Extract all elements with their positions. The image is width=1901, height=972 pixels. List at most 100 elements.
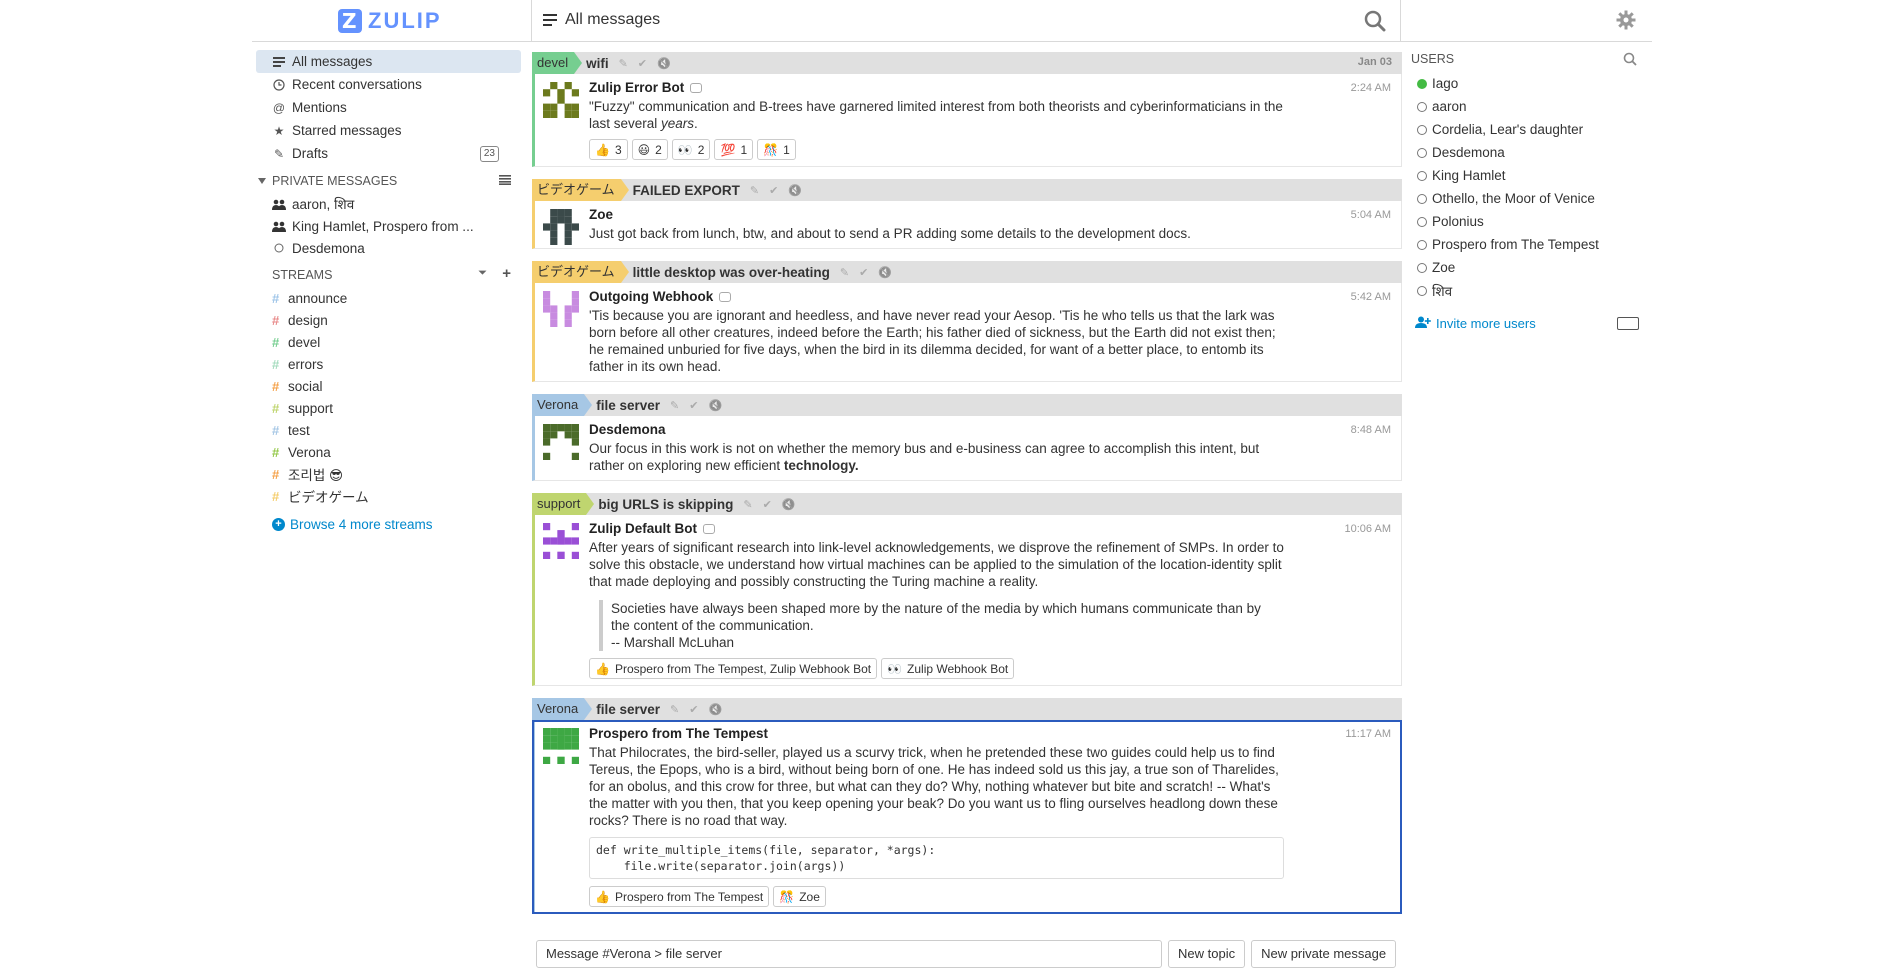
nav-drafts[interactable]: ✎ Drafts 23 <box>256 142 521 165</box>
filter-icon[interactable]: ⏷ <box>478 267 487 280</box>
sender-name[interactable]: Outgoing Webhook <box>589 289 713 304</box>
message[interactable]: Zulip Error Bot 2:24 AM "Fuzzy" communicat… <box>535 74 1401 166</box>
stream-item[interactable]: # errors <box>256 353 521 375</box>
stream-item[interactable]: # ビデオゲーム <box>256 485 521 507</box>
mute-icon[interactable]: 🔇 <box>708 400 732 412</box>
stream-item[interactable]: # announce <box>256 287 521 309</box>
invite-users-link[interactable]: Invite more users <box>1411 316 1641 331</box>
user-item[interactable]: शिव <box>1411 279 1641 302</box>
user-item[interactable]: Prospero from The Tempest <box>1411 233 1641 256</box>
recipient-bar[interactable]: support big URLS is skipping ✎✔🔇 <box>532 493 1402 515</box>
edit-topic-icon[interactable]: ✎ <box>750 185 769 197</box>
user-item[interactable]: King Hamlet <box>1411 164 1641 187</box>
message[interactable]: Outgoing Webhook 5:42 AM 'Tis because you … <box>535 283 1401 381</box>
nav-all-messages[interactable]: All messages <box>256 50 521 73</box>
message-time[interactable]: 8:48 AM <box>1351 424 1391 436</box>
avatar[interactable] <box>543 424 579 460</box>
recipient-bar[interactable]: devel wifi ✎✔🔇 Jan 03 <box>532 52 1402 74</box>
mark-read-icon[interactable]: ✔ <box>689 400 708 412</box>
stream-item[interactable]: # test <box>256 419 521 441</box>
mute-icon[interactable]: 🔇 <box>782 499 806 511</box>
stream-label[interactable]: support <box>532 493 595 515</box>
caret-down-icon[interactable] <box>258 178 266 184</box>
recipient-bar[interactable]: ビデオゲーム little desktop was over-heating ✎✔🔇 <box>532 261 1402 283</box>
new-topic-button[interactable]: New topic <box>1168 940 1246 968</box>
stream-label[interactable]: devel <box>532 52 583 74</box>
mark-read-icon[interactable]: ✔ <box>638 58 657 70</box>
stream-item[interactable]: # design <box>256 309 521 331</box>
recipient-bar[interactable]: ビデオゲーム FAILED EXPORT ✎✔🔇 <box>532 179 1402 201</box>
topic-name[interactable]: file server <box>596 702 660 717</box>
mark-read-icon[interactable]: ✔ <box>859 267 878 279</box>
mute-icon[interactable]: 🔇 <box>708 704 732 716</box>
sender-name[interactable]: Prospero from The Tempest <box>589 726 768 741</box>
recipient-bar[interactable]: Verona file server ✎✔🔇 <box>532 394 1402 416</box>
avatar[interactable] <box>543 82 579 118</box>
user-item[interactable]: Polonius <box>1411 210 1641 233</box>
private-messages-heading[interactable]: PRIVATE MESSAGES <box>256 169 521 193</box>
user-item[interactable]: Iago <box>1411 72 1641 95</box>
pm-conversation[interactable]: Desdemona <box>256 237 521 259</box>
edit-topic-icon[interactable]: ✎ <box>840 267 859 279</box>
avatar[interactable] <box>543 728 579 764</box>
sender-name[interactable]: Desdemona <box>589 422 666 437</box>
topic-name[interactable]: little desktop was over-heating <box>633 265 830 280</box>
message-time[interactable]: 10:06 AM <box>1345 523 1391 535</box>
user-item[interactable]: Othello, the Moor of Venice <box>1411 187 1641 210</box>
edit-topic-icon[interactable]: ✎ <box>743 499 762 511</box>
avatar[interactable] <box>543 523 579 559</box>
stream-item[interactable]: # support <box>256 397 521 419</box>
avatar[interactable] <box>543 209 579 245</box>
mark-read-icon[interactable]: ✔ <box>769 185 788 197</box>
recipient-bar[interactable]: Verona file server ✎✔🔇 <box>532 698 1402 720</box>
message-time[interactable]: 11:17 AM <box>1345 728 1391 740</box>
mute-icon[interactable]: 🔇 <box>878 267 902 279</box>
message-time[interactable]: 5:42 AM <box>1351 291 1391 303</box>
mark-read-icon[interactable]: ✔ <box>763 499 782 511</box>
keyboard-icon[interactable] <box>1617 317 1639 330</box>
sender-name[interactable]: Zoe <box>589 207 613 222</box>
stream-item[interactable]: # social <box>256 375 521 397</box>
stream-item[interactable]: # Verona <box>256 441 521 463</box>
user-item[interactable]: Zoe <box>1411 256 1641 279</box>
topic-name[interactable]: FAILED EXPORT <box>633 183 740 198</box>
new-private-message-button[interactable]: New private message <box>1251 940 1397 968</box>
topic-name[interactable]: file server <box>596 398 660 413</box>
compose-message-input[interactable]: Message #Verona > file server <box>536 940 1162 968</box>
stream-label[interactable]: Verona <box>532 698 593 720</box>
reaction-button[interactable]: 👍 Prospero from The Tempest, Zulip Webhoo… <box>589 658 878 679</box>
message[interactable]: Desdemona 8:48 AM Our focus in this work i… <box>535 416 1401 480</box>
topic-name[interactable]: wifi <box>586 56 609 71</box>
mute-icon[interactable]: 🔇 <box>788 185 812 197</box>
reaction-button[interactable]: 💯 1 <box>714 139 754 160</box>
user-item[interactable]: Desdemona <box>1411 141 1641 164</box>
stream-label[interactable]: Verona <box>532 394 593 416</box>
edit-topic-icon[interactable]: ✎ <box>670 400 689 412</box>
reaction-button[interactable]: 🎊 1 <box>757 139 796 160</box>
stream-label[interactable]: ビデオゲーム <box>532 179 629 201</box>
browse-streams-link[interactable]: + Browse 4 more streams <box>256 511 521 537</box>
nav-mentions[interactable]: @ Mentions <box>256 96 521 119</box>
topic-name[interactable]: big URLS is skipping <box>598 497 733 512</box>
avatar[interactable] <box>543 291 579 327</box>
user-search-icon[interactable] <box>1623 52 1637 66</box>
list-icon[interactable] <box>499 175 511 185</box>
reaction-button[interactable]: 👀 2 <box>671 139 711 160</box>
pm-conversation[interactable]: aaron, शिव <box>256 193 521 215</box>
reaction-button[interactable]: 👍 Prospero from The Tempest <box>589 886 770 907</box>
edit-topic-icon[interactable]: ✎ <box>619 58 638 70</box>
user-item[interactable]: Cordelia, Lear's daughter <box>1411 118 1641 141</box>
message[interactable]: Prospero from The Tempest 11:17 AM That Ph… <box>535 720 1401 913</box>
stream-label[interactable]: ビデオゲーム <box>532 261 629 283</box>
nav-starred-messages[interactable]: ★ Starred messages <box>256 119 521 142</box>
message-time[interactable]: 2:24 AM <box>1351 82 1391 94</box>
message[interactable]: Zoe 5:04 AM Just got back from lunch, btw,… <box>535 201 1401 248</box>
reaction-button[interactable]: 😃 2 <box>631 139 668 160</box>
edit-topic-icon[interactable]: ✎ <box>670 704 689 716</box>
user-item[interactable]: aaron <box>1411 95 1641 118</box>
sender-name[interactable]: Zulip Default Bot <box>589 521 697 536</box>
mark-read-icon[interactable]: ✔ <box>689 704 708 716</box>
sender-name[interactable]: Zulip Error Bot <box>589 80 684 95</box>
stream-item[interactable]: # devel <box>256 331 521 353</box>
zulip-logo[interactable]: ZULIP <box>338 8 442 34</box>
